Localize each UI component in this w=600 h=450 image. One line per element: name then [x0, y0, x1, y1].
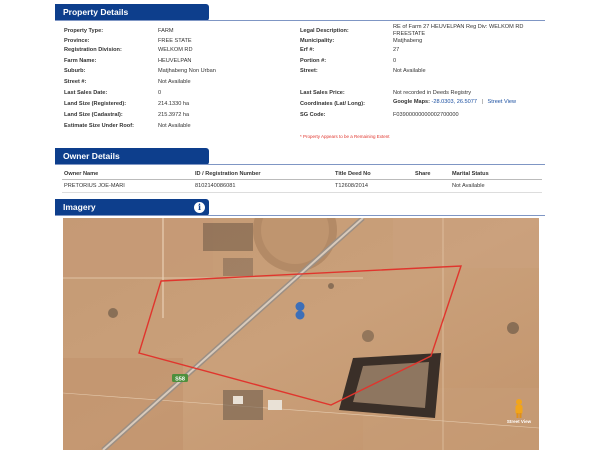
field-patch — [63, 218, 213, 278]
imagery-header: Imagery — [55, 199, 209, 216]
farm-name-label: Farm Name: — [64, 58, 97, 64]
street-number-value: Not Available — [158, 79, 191, 85]
road-marker-label: S58 — [175, 376, 185, 382]
bush — [328, 283, 334, 289]
field-patch — [63, 358, 183, 450]
land-size-cadastral-value: 215.3972 ha — [158, 112, 190, 118]
portion-value: 0 — [393, 58, 397, 64]
col-owner-name: Owner Name — [64, 171, 99, 177]
province-label: Province: — [64, 38, 90, 44]
legal-description-value: RE of Farm 27 HEUVELPAN Reg Div: WELKOM … — [393, 24, 524, 37]
location-pin-head — [295, 310, 305, 320]
satellite-map[interactable]: S58 Street View — [63, 218, 539, 450]
title-deed-cell: T12608/2014 — [335, 183, 368, 189]
municipality-label: Municipality: — [300, 38, 335, 44]
land-size-registered-value: 214.1330 ha — [158, 101, 190, 107]
legal-description-label: Legal Description: — [300, 28, 349, 34]
farmyard — [223, 258, 253, 276]
property-type-value: FARM — [158, 28, 174, 34]
bush — [108, 308, 118, 318]
farm-building-roof — [268, 400, 282, 410]
street-number-label: Street #: — [64, 79, 87, 85]
street-label: Street: — [300, 68, 318, 74]
property-type-label: Property Type: — [64, 28, 104, 34]
portion-label: Portion #: — [300, 58, 327, 64]
pegman-head — [516, 399, 522, 405]
imagery-title: Imagery — [63, 202, 96, 212]
section-divider — [55, 20, 545, 21]
bush — [362, 330, 374, 342]
col-marital-status: Marital Status — [452, 171, 489, 177]
street-view-link[interactable]: Street View — [488, 99, 517, 105]
id-number-cell: 8102140086081 — [195, 183, 236, 189]
col-share: Share — [415, 171, 431, 177]
estimate-size-value: Not Available — [158, 123, 191, 129]
coordinates-separator: | — [481, 99, 483, 105]
section-divider — [55, 215, 545, 216]
google-maps-link[interactable]: -28.0303, 26.5077 — [432, 99, 477, 105]
erf-value: 27 — [393, 47, 400, 53]
erf-label: Erf #: — [300, 47, 315, 53]
google-maps-label: Google Maps: — [393, 99, 430, 105]
last-sales-price-label: Last Sales Price: — [300, 90, 345, 96]
pegman-leg — [516, 413, 519, 418]
last-sales-date-label: Last Sales Date: — [64, 90, 108, 96]
farm-building-roof — [233, 396, 243, 404]
satellite-image: S58 Street View — [63, 218, 539, 450]
estimate-size-label: Estimate Size Under Roof: — [64, 123, 134, 129]
coordinates-label: Coordinates (Lat/ Long): — [300, 101, 365, 107]
info-icon[interactable]: i — [193, 201, 206, 214]
property-details-header: Property Details — [55, 4, 209, 21]
marital-status-cell: Not Available — [452, 183, 485, 189]
sg-code-value: F03900000000002700000 — [393, 112, 459, 118]
land-size-cadastral-label: Land Size (Cadastral): — [64, 112, 123, 118]
pegman-leg — [519, 413, 522, 418]
bush — [507, 322, 519, 334]
farm-buildings — [223, 390, 263, 420]
col-id-number: ID / Registration Number — [195, 171, 261, 177]
last-sales-price-value: Not recorded in Deeds Registry — [393, 90, 472, 96]
registration-division-label: Registration Division: — [64, 47, 122, 53]
table-header-rule — [62, 179, 542, 180]
street-value: Not Available — [393, 68, 426, 74]
farm-name-value: HEUVELPAN — [158, 58, 192, 64]
plantation-interior — [353, 362, 429, 408]
pegman-body-icon[interactable] — [515, 405, 523, 414]
col-title-deed: Title Deed No — [335, 171, 371, 177]
coordinates-value: Google Maps: -28.0303, 26.5077 | Street … — [393, 99, 516, 105]
suburb-label: Suburb: — [64, 68, 86, 74]
land-size-registered-label: Land Size (Registered): — [64, 101, 127, 107]
table-row-rule — [62, 192, 542, 193]
registration-division-value: WELKOM RD — [158, 47, 193, 53]
sg-code-label: SG Code: — [300, 112, 326, 118]
owner-details-header: Owner Details — [55, 148, 209, 165]
suburb-value: Matjhabeng Non Urban — [158, 68, 216, 74]
owner-name-cell: PRETORIUS JOE-MARI — [64, 183, 125, 189]
province-value: FREE STATE — [158, 38, 192, 44]
farmyard — [203, 223, 253, 251]
field-patch — [393, 218, 539, 268]
last-sales-date-value: 0 — [158, 90, 162, 96]
owner-details-title: Owner Details — [63, 151, 120, 161]
property-details-title: Property Details — [63, 7, 129, 17]
section-divider — [55, 164, 545, 165]
remaining-extent-note: * Property Appears to be a Remaining Ext… — [300, 134, 390, 139]
street-view-label: Street View — [507, 419, 532, 424]
municipality-value: Matjhabeng — [393, 38, 423, 44]
